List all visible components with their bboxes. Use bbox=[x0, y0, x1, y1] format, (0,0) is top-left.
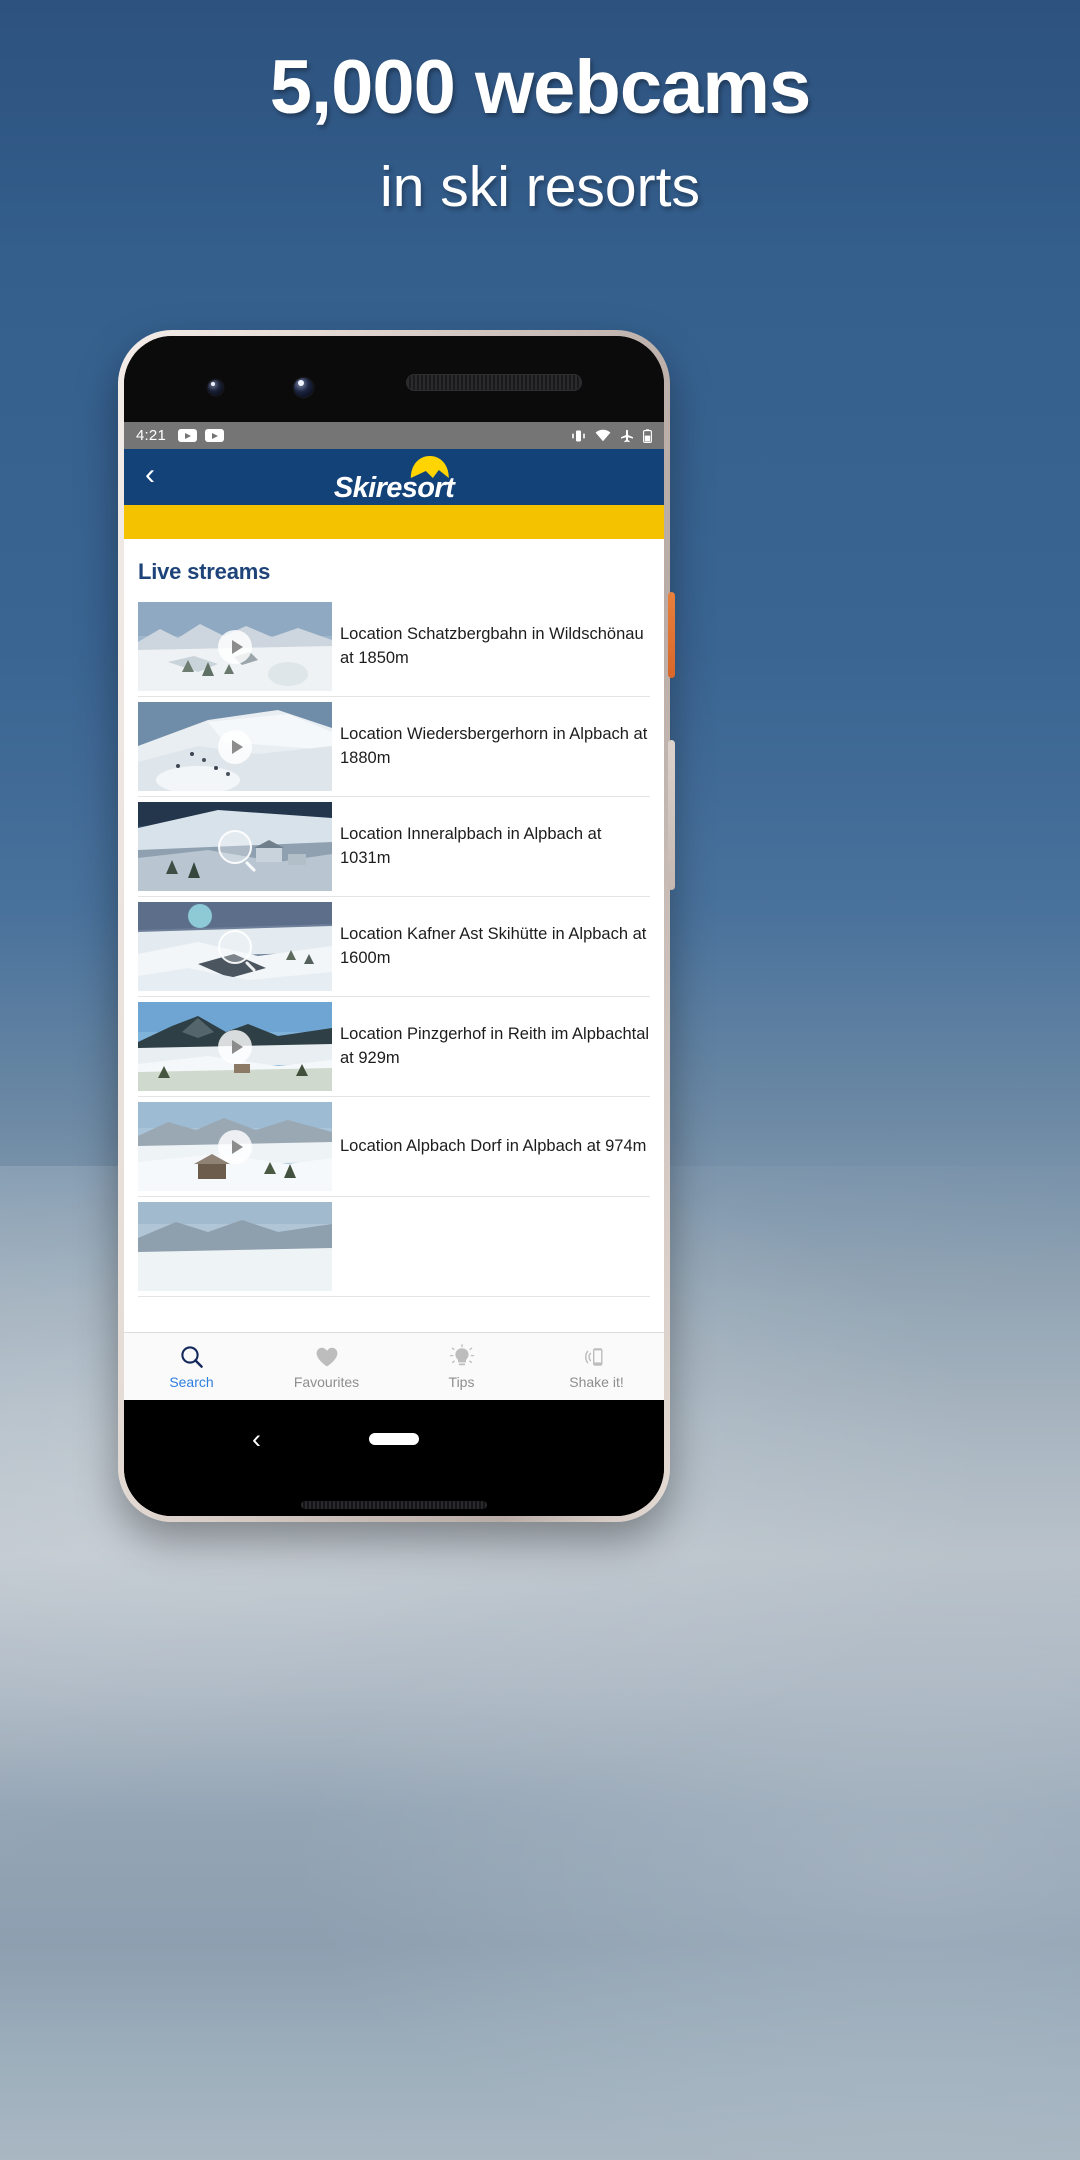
sun-mountain-icon bbox=[410, 456, 449, 478]
front-camera-primary-icon bbox=[294, 378, 313, 397]
home-pill-icon[interactable] bbox=[369, 1433, 419, 1445]
lightbulb-icon bbox=[449, 1343, 474, 1365]
play-button[interactable] bbox=[218, 629, 252, 664]
back-chevron-icon[interactable]: ‹ bbox=[252, 1426, 261, 1453]
stream-caption: Location Pinzgerhof in Reith im Alpbacht… bbox=[340, 1025, 650, 1067]
thumbnail-image bbox=[138, 1202, 332, 1291]
stream-caption: Location Kafner Ast Skihütte in Alpbach … bbox=[340, 925, 647, 967]
bottom-tab-bar: Search Favourites Tips Shake it! bbox=[124, 1332, 664, 1400]
play-button[interactable] bbox=[218, 1129, 252, 1164]
stream-caption: Location Wiedersbergerhorn in Alpbach at… bbox=[340, 725, 648, 767]
play-button[interactable] bbox=[218, 1029, 252, 1064]
phone-bottom-bezel: ‹ bbox=[124, 1400, 664, 1516]
list-item[interactable]: Location Inneralpbach in Alpbach at 1031… bbox=[138, 797, 650, 897]
tab-tips[interactable]: Tips bbox=[394, 1333, 529, 1400]
search-icon bbox=[180, 1345, 203, 1368]
webcam-thumbnail[interactable] bbox=[138, 802, 332, 891]
status-bar-system-icons bbox=[571, 428, 652, 443]
skiresort-logo[interactable]: Skiresort bbox=[334, 455, 455, 503]
tab-label: Tips bbox=[448, 1373, 475, 1390]
webcam-thumbnail[interactable] bbox=[138, 902, 332, 991]
tab-shake-it[interactable]: Shake it! bbox=[529, 1333, 664, 1400]
webcam-thumbnail[interactable] bbox=[138, 602, 332, 691]
promo-copy: 5,000 webcams in ski resorts bbox=[0, 44, 1080, 222]
magnifier-icon[interactable] bbox=[218, 929, 252, 964]
stream-caption: Location Schatzbergbahn in Wildschönau a… bbox=[340, 625, 644, 667]
power-button[interactable] bbox=[668, 592, 675, 678]
list-item[interactable]: Location Alpbach Dorf in Alpbach at 974m bbox=[138, 1097, 650, 1197]
promo-headline: 5,000 webcams bbox=[269, 45, 812, 130]
shake-phone-icon bbox=[584, 1347, 602, 1366]
page-title: Live streams bbox=[138, 559, 271, 584]
list-item[interactable]: Location Kafner Ast Skihütte in Alpbach … bbox=[138, 897, 650, 997]
list-item[interactable]: Location Pinzgerhof in Reith im Alpbacht… bbox=[138, 997, 650, 1097]
webcam-thumbnail[interactable] bbox=[138, 1002, 332, 1091]
webcam-thumbnail[interactable] bbox=[138, 1102, 332, 1191]
youtube-icon bbox=[178, 429, 197, 442]
tab-favourites[interactable]: Favourites bbox=[259, 1333, 394, 1400]
header-back-button[interactable]: ‹ bbox=[124, 460, 176, 494]
heart-icon bbox=[316, 1347, 337, 1366]
webcam-thumbnail[interactable] bbox=[138, 702, 332, 791]
yellow-accent-band bbox=[124, 505, 664, 539]
app-screen: 4:21 ‹ Skiresort Live streams Location S… bbox=[124, 422, 664, 1400]
promo-screenshot-stage: 5,000 webcams in ski resorts 4:21 ‹ Skir… bbox=[0, 0, 1080, 2160]
play-button[interactable] bbox=[218, 729, 252, 764]
android-status-bar: 4:21 bbox=[124, 422, 664, 449]
tab-label: Search bbox=[169, 1373, 214, 1390]
stream-caption: Location Alpbach Dorf in Alpbach at 974m bbox=[340, 1136, 647, 1155]
phone-device-mockup: 4:21 ‹ Skiresort Live streams Location S… bbox=[118, 330, 675, 1522]
promo-subtitle: in ski resorts bbox=[380, 155, 700, 220]
wifi-icon bbox=[595, 429, 611, 442]
tab-label: Favourites bbox=[293, 1373, 360, 1390]
live-streams-content: Live streams Location Schatzbergbahn in … bbox=[124, 539, 664, 1332]
list-item[interactable]: Location Wiedersbergerhorn in Alpbach at… bbox=[138, 697, 650, 797]
phone-top-bezel bbox=[124, 336, 664, 422]
stream-caption: Location Inneralpbach in Alpbach at 1031… bbox=[340, 825, 602, 867]
webcam-thumbnail[interactable] bbox=[138, 1202, 332, 1291]
vibrate-icon bbox=[572, 430, 585, 441]
earpiece-speaker-icon bbox=[406, 374, 582, 391]
front-camera-secondary-icon bbox=[208, 380, 223, 395]
airplane-mode-icon bbox=[621, 429, 633, 442]
battery-icon bbox=[643, 428, 652, 443]
list-item[interactable] bbox=[138, 1197, 650, 1297]
status-bar-clock: 4:21 bbox=[136, 427, 166, 444]
app-header-bar: ‹ Skiresort bbox=[124, 449, 664, 505]
tab-search[interactable]: Search bbox=[124, 1333, 259, 1400]
volume-button[interactable] bbox=[668, 740, 675, 890]
youtube-icon bbox=[205, 429, 224, 442]
tab-label: Shake it! bbox=[569, 1373, 624, 1390]
bottom-speaker-icon bbox=[301, 1501, 487, 1509]
magnifier-icon[interactable] bbox=[218, 829, 252, 864]
list-item[interactable]: Location Schatzbergbahn in Wildschönau a… bbox=[138, 597, 650, 697]
